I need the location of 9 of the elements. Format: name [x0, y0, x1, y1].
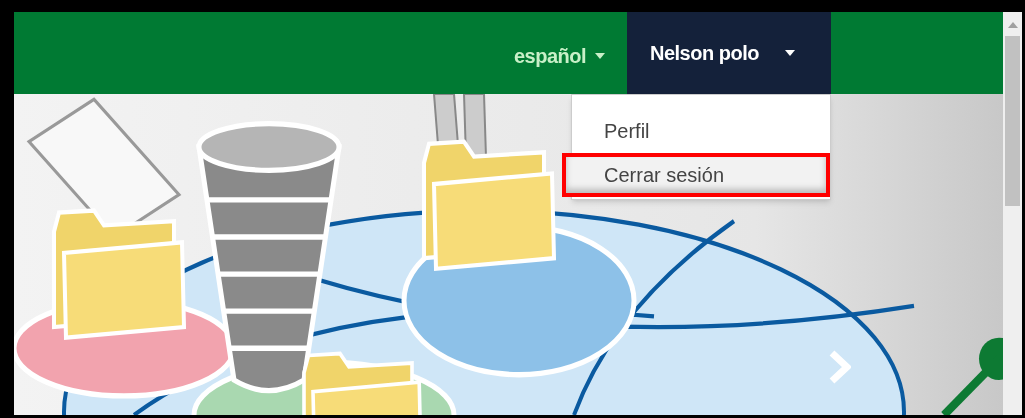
- menu-item[interactable]: Cerrar sesión: [562, 153, 830, 197]
- chevron-right-icon: [829, 350, 851, 384]
- caret-icon: [595, 53, 605, 59]
- scrollbar-thumb[interactable]: [1005, 36, 1020, 206]
- user-menu[interactable]: Nelson polo: [627, 12, 831, 94]
- scroll-up-arrow-icon[interactable]: [1007, 22, 1018, 28]
- menu-item[interactable]: Perfil: [572, 109, 830, 153]
- language-menu[interactable]: español: [491, 18, 627, 94]
- caret-icon: [784, 50, 795, 56]
